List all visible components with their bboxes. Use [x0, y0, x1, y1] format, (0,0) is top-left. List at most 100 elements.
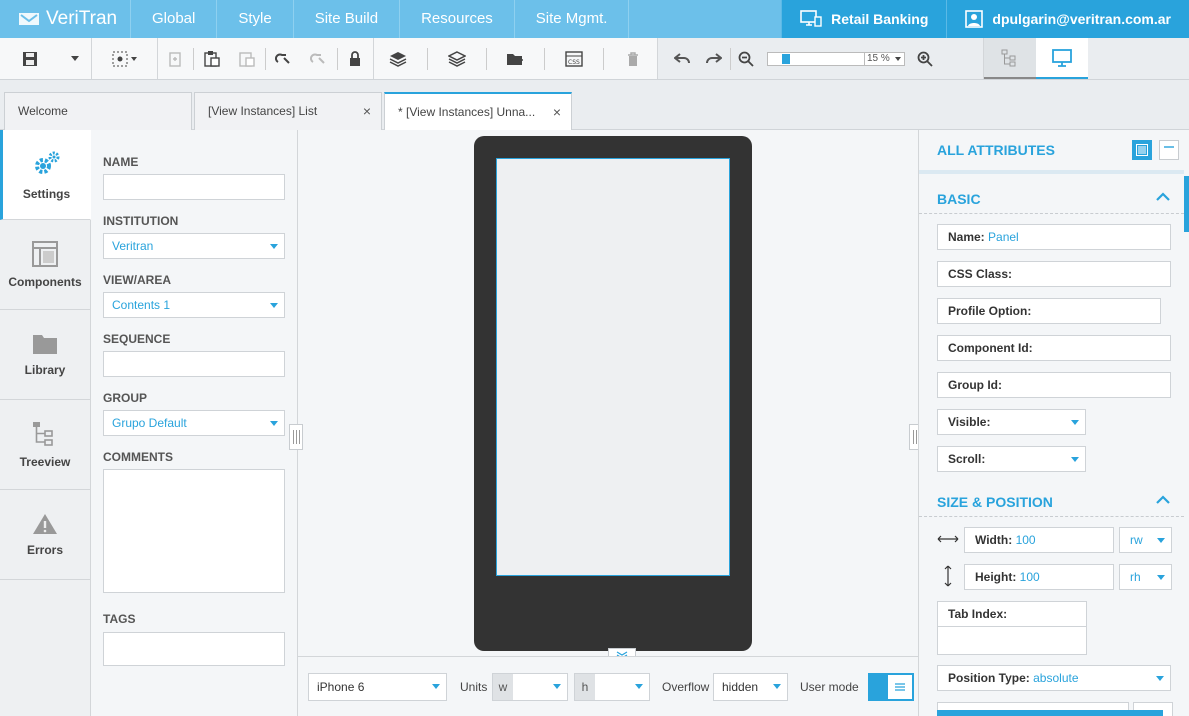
- vertical-scrollbar[interactable]: [1184, 176, 1189, 232]
- units-w-select[interactable]: w: [492, 673, 568, 701]
- chevron-down-icon: [432, 684, 440, 689]
- sidebar-item-errors[interactable]: Errors: [0, 490, 90, 580]
- sidebar-item-label: Treeview: [19, 454, 71, 469]
- paste-button[interactable]: [194, 38, 229, 79]
- height-attribute[interactable]: Height: 100: [964, 564, 1114, 590]
- zoom-select[interactable]: 15 %: [865, 51, 905, 66]
- view-area-label: VIEW/AREA: [103, 273, 172, 287]
- scroll-select[interactable]: Scroll:: [937, 446, 1086, 472]
- horizontal-scrollbar[interactable]: [937, 710, 1163, 716]
- left-resize-handle[interactable]: [289, 424, 303, 450]
- undo-button[interactable]: [666, 38, 698, 79]
- comments-textarea[interactable]: [103, 469, 285, 593]
- component-id-attribute[interactable]: Component Id:: [937, 335, 1171, 361]
- sidebar-item-settings[interactable]: Settings: [0, 130, 91, 220]
- units-h-select[interactable]: h: [574, 673, 650, 701]
- chevron-down-icon: [895, 56, 901, 61]
- layers-alt-button[interactable]: [438, 38, 476, 79]
- height-label: Height:: [975, 570, 1017, 584]
- select-button[interactable]: [98, 38, 152, 79]
- institution-value: Veritran: [112, 239, 154, 253]
- width-arrows-icon: [937, 535, 959, 543]
- tab-view-instances-list[interactable]: [View Instances] List ×: [194, 92, 382, 130]
- tree-view-button[interactable]: [984, 38, 1036, 79]
- nav-resources[interactable]: Resources: [399, 0, 514, 38]
- new-page-button[interactable]: [158, 38, 193, 79]
- chevron-down-icon: [270, 244, 278, 249]
- close-icon[interactable]: ×: [553, 94, 561, 130]
- visible-select[interactable]: Visible:: [937, 409, 1086, 435]
- nav-global[interactable]: Global: [130, 0, 216, 38]
- height-arrows-icon: [944, 565, 952, 587]
- group-select[interactable]: Grupo Default: [103, 410, 285, 436]
- tab-index-attribute[interactable]: Tab Index:: [937, 601, 1087, 655]
- zoom-out-button[interactable]: [731, 38, 761, 79]
- w-label: w: [493, 674, 513, 700]
- basic-title: BASIC: [937, 191, 981, 207]
- veritran-logo[interactable]: VeriTran: [0, 0, 130, 38]
- save-dropdown-button[interactable]: [60, 38, 90, 79]
- warning-icon: [33, 513, 57, 534]
- design-view-button[interactable]: [1036, 38, 1088, 79]
- sidebar-item-treeview[interactable]: Treeview: [0, 400, 90, 490]
- sequence-label: SEQUENCE: [103, 332, 171, 346]
- save-button[interactable]: [0, 38, 60, 79]
- zoom-in-button[interactable]: [905, 38, 945, 79]
- menu-icon: [895, 683, 905, 691]
- account-area: Retail Banking dpulgarin@veritran.com.ar: [781, 0, 1189, 38]
- nav-site-mgmt[interactable]: Site Mgmt.: [513, 0, 630, 38]
- nav-site-build[interactable]: Site Build: [292, 0, 399, 38]
- tab-welcome[interactable]: Welcome: [4, 92, 192, 130]
- user-mode-toggle[interactable]: [868, 673, 914, 701]
- sidebar-item-components[interactable]: Components: [0, 220, 90, 310]
- sidebar-item-label: Library: [24, 362, 66, 377]
- name-attribute[interactable]: Name: Panel: [937, 224, 1171, 250]
- folder-icon: [33, 334, 57, 354]
- context-selector[interactable]: Retail Banking: [781, 0, 946, 38]
- editor-tabs: Welcome [View Instances] List × * [View I…: [0, 80, 1189, 130]
- nav-style[interactable]: Style: [216, 0, 292, 38]
- list-view-button[interactable]: [1132, 140, 1152, 160]
- tags-field[interactable]: [103, 632, 285, 666]
- css-button[interactable]: CSS: [555, 38, 593, 79]
- view-area-select[interactable]: Contents 1: [103, 292, 285, 318]
- paste-special-button[interactable]: [230, 38, 265, 79]
- size-position-section-header[interactable]: SIZE & POSITION: [919, 485, 1184, 517]
- profile-option-attribute[interactable]: Profile Option:: [937, 298, 1161, 324]
- group-id-attribute[interactable]: Group Id:: [937, 372, 1171, 398]
- position-type-select[interactable]: Position Type: absolute: [937, 665, 1171, 691]
- chevron-down-icon: [270, 303, 278, 308]
- height-unit-select[interactable]: rh: [1119, 564, 1172, 590]
- group-value: Grupo Default: [112, 416, 187, 430]
- tab-view-instances-unnamed[interactable]: * [View Instances] Unna... ×: [384, 92, 572, 130]
- layers-button[interactable]: [379, 38, 417, 79]
- overflow-select[interactable]: hidden: [713, 673, 788, 701]
- sequence-field[interactable]: [103, 351, 285, 377]
- tree-icon: [1001, 49, 1016, 66]
- compact-view-button[interactable]: [1159, 140, 1179, 160]
- unlink-button[interactable]: [301, 38, 336, 79]
- device-select[interactable]: iPhone 6: [308, 673, 447, 701]
- redo-button[interactable]: [698, 38, 730, 79]
- institution-select[interactable]: Veritran: [103, 233, 285, 259]
- name-field[interactable]: [103, 174, 285, 200]
- zoom-slider-handle[interactable]: [782, 53, 790, 64]
- units-label: Units: [460, 680, 488, 694]
- selection-icon: [112, 51, 137, 66]
- link-icon: [274, 53, 290, 64]
- user-mode-label: User mode: [800, 680, 859, 694]
- close-icon[interactable]: ×: [363, 93, 371, 129]
- link-button[interactable]: [266, 38, 301, 79]
- width-unit-select[interactable]: rw: [1119, 527, 1172, 553]
- visible-label: Visible:: [948, 415, 991, 429]
- lock-button[interactable]: [338, 38, 373, 79]
- sidebar-item-library[interactable]: Library: [0, 310, 90, 400]
- user-menu[interactable]: dpulgarin@veritran.com.ar: [946, 0, 1189, 38]
- device-screen-panel[interactable]: [496, 158, 730, 576]
- css-class-attribute[interactable]: CSS Class:: [937, 261, 1171, 287]
- zoom-slider[interactable]: [767, 51, 865, 66]
- new-folder-button[interactable]: [496, 38, 534, 79]
- delete-button[interactable]: [614, 38, 652, 79]
- width-attribute[interactable]: Width: 100: [964, 527, 1114, 553]
- basic-section-header[interactable]: BASIC: [919, 182, 1184, 214]
